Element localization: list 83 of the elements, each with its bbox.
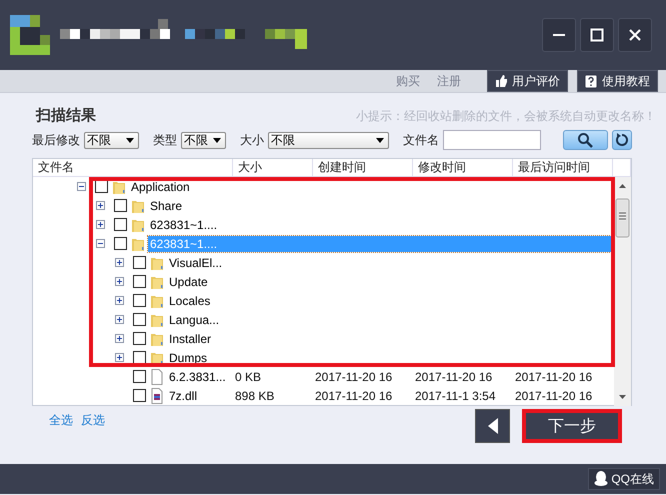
toolbar-button[interactable]: 使用教程 [577,70,658,92]
checkbox[interactable] [133,351,146,364]
filter-label: 大小 [240,132,264,148]
left-triangle-icon [488,418,498,434]
checkbox[interactable] [95,180,108,193]
table-cell-text: 2017-11-1 3:54 [414,388,497,402]
column-header[interactable]: 最后访问时间 [513,159,613,176]
caret-icon [126,138,134,142]
checkbox[interactable] [133,370,146,383]
dll-file-icon [150,388,164,404]
help-document-icon [585,74,597,88]
checkbox[interactable] [133,275,146,288]
tree-item-label[interactable]: Dumps [167,350,210,366]
table-cell-text: 2017-11-20 16 [314,370,394,384]
back-button[interactable] [475,409,510,443]
expand-toggle[interactable] [115,258,124,267]
refresh-button[interactable] [612,130,632,150]
hint-text: 小提示：经回收站删除的文件，会被系统自动更改名称！ [356,108,656,125]
tree-item-label[interactable]: Langua... [167,312,222,328]
tree-item-label[interactable]: 6.2.3831... [167,368,228,384]
expand-toggle[interactable] [96,201,105,210]
scrollbar[interactable] [614,177,631,406]
tree-item-label[interactable]: Installer [167,330,214,346]
filename-field[interactable] [442,130,541,150]
checkbox[interactable] [114,237,127,250]
checkbox[interactable] [133,256,146,269]
checkbox[interactable] [133,294,146,307]
tree-item-label[interactable]: Update [167,274,210,290]
table-cell-text: 2017-11-20 16 [514,388,594,402]
column-header[interactable]: 文件名 [33,159,233,176]
minimize-icon [553,34,565,36]
expand-toggle[interactable] [115,334,124,343]
logo-icon [10,15,50,55]
checkbox[interactable] [133,389,146,402]
refresh-icon [615,133,630,147]
filter-dropdown[interactable]: 不限 [84,132,140,148]
checkbox[interactable] [133,332,146,345]
filter-label: 最后修改 [32,132,80,148]
maximize-icon [590,28,604,42]
tree-item-label[interactable]: Locales [167,292,212,308]
expand-toggle[interactable] [115,277,124,286]
document-icon [150,368,164,384]
search-button[interactable] [562,130,608,150]
column-header[interactable]: 修改时间 [413,159,513,176]
selection-link[interactable]: 全选 [49,412,73,429]
filter-dropdown[interactable]: 不限 [268,132,389,148]
expand-toggle[interactable] [115,353,124,362]
expand-toggle[interactable] [115,315,124,324]
filter-dropdown[interactable]: 不限 [181,132,226,148]
qq-online-button[interactable]: QQ在线 [588,468,660,490]
checkbox[interactable] [114,199,127,212]
filter-label: 文件名 [402,132,439,148]
maximize-button[interactable] [580,18,614,52]
next-button[interactable]: 下一步 [522,409,622,443]
minimize-button[interactable] [542,18,576,52]
thumbs-up-icon [495,75,507,87]
tree-item-label[interactable]: 7z.dll [167,388,200,404]
caret-icon [212,138,221,142]
expand-toggle[interactable] [115,296,124,305]
tree-item-label[interactable]: VisualEl... [167,254,224,270]
checkbox[interactable] [114,218,127,231]
caret-icon [376,138,384,142]
table-cell-text: 0 KB [234,370,262,384]
close-button[interactable] [618,18,652,52]
column-header[interactable]: 创建时间 [313,159,413,176]
table-cell-text: 2017-11-20 16 [314,388,394,402]
expand-toggle[interactable] [96,220,105,229]
table-cell-text: 2017-11-20 16 [414,370,494,384]
column-header[interactable]: 大小 [233,159,313,176]
collapse-toggle[interactable] [77,182,86,191]
checkbox[interactable] [133,313,146,326]
tree-item-label[interactable]: 623831~1.... [148,216,220,232]
toolbar-button[interactable]: 用户评价 [487,70,568,92]
collapse-toggle[interactable] [96,239,105,248]
tree-item-label[interactable]: Application [129,178,192,194]
search-icon [577,132,594,148]
close-icon [628,28,642,42]
table-cell-text: 2017-11-20 16 [514,370,594,384]
selection-link[interactable]: 反选 [81,412,105,429]
filter-label: 类型 [153,132,178,148]
section-title: 扫描结果 [36,106,96,125]
table-cell-text: 898 KB [234,388,276,402]
tree-item-label[interactable]: Share [148,198,184,214]
